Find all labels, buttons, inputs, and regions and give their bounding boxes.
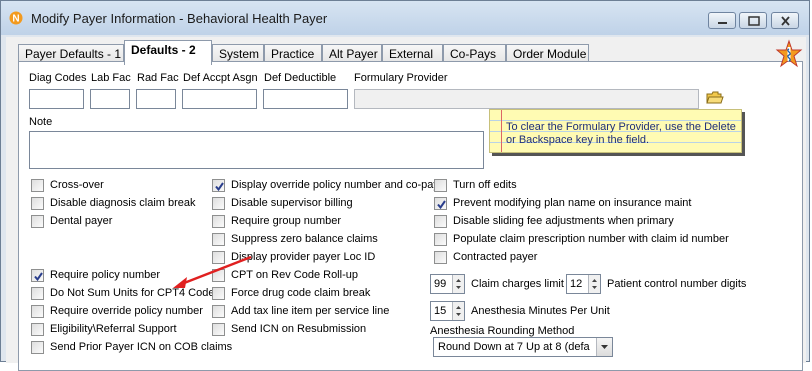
minimize-icon xyxy=(718,22,727,24)
checkbox-label: Eligibility\Referral Support xyxy=(50,323,177,335)
lab-fac-input[interactable] xyxy=(90,89,130,109)
patient-control-digits-label: Patient control number digits xyxy=(607,278,747,290)
spinner-arrows-icon[interactable] xyxy=(452,302,464,320)
checkbox-label: Require override policy number xyxy=(50,305,203,317)
chevron-down-icon[interactable] xyxy=(596,338,612,356)
checkbox-label: Disable sliding fee adjustments when pri… xyxy=(453,215,674,227)
checkbox-unchecked-icon[interactable] xyxy=(31,215,44,228)
checkbox-label: Require policy number xyxy=(50,269,161,281)
checkbox-label: Turn off edits xyxy=(453,179,517,191)
svg-text:N: N xyxy=(12,14,19,25)
checkbox-label: Suppress zero balance claims xyxy=(231,233,378,245)
note-label: Note xyxy=(29,116,53,128)
checkbox-unchecked-icon[interactable] xyxy=(31,197,44,210)
checkbox-label: Display provider payer Loc ID xyxy=(231,251,376,263)
checkbox-label: Disable diagnosis claim break xyxy=(50,197,196,209)
checkbox-unchecked-icon[interactable] xyxy=(212,287,225,300)
formulary-provider-input[interactable] xyxy=(354,89,699,109)
checkbox-label: Add tax line item per service line xyxy=(231,305,390,317)
dialog-content: Payer Defaults - 1 Defaults - 2 System P… xyxy=(6,37,806,371)
folder-open-icon xyxy=(706,91,724,104)
help-sticky-note: To clear the Formulary Provider, use the… xyxy=(489,109,742,153)
formulary-provider-label: Formulary Provider xyxy=(354,72,448,84)
checkbox-label: CPT on Rev Code Roll-up xyxy=(231,269,358,281)
checkbox-unchecked-icon[interactable] xyxy=(212,215,225,228)
anesthesia-rounding-select[interactable]: Round Down at 7 Up at 8 (defa xyxy=(433,337,613,357)
checkbox-unchecked-icon[interactable] xyxy=(212,233,225,246)
checkbox-unchecked-icon[interactable] xyxy=(31,179,44,192)
close-icon xyxy=(781,16,790,26)
anesthesia-minutes-label: Anesthesia Minutes Per Unit xyxy=(471,305,610,317)
modify-payer-window: N Modify Payer Information - Behavioral … xyxy=(0,0,810,371)
anesthesia-rounding-label: Anesthesia Rounding Method xyxy=(430,325,575,337)
def-accpt-asgn-label: Def Accpt Asgn xyxy=(183,72,258,84)
checkbox-label: Prevent modifying plan name on insurance… xyxy=(453,197,692,209)
browse-formulary-button[interactable] xyxy=(705,88,725,108)
spinner-arrows-icon[interactable] xyxy=(452,275,464,293)
checkbox-unchecked-icon[interactable] xyxy=(434,179,447,192)
claim-charges-limit-label: Claim charges limit xyxy=(471,278,564,290)
checkbox-label: Dental payer xyxy=(50,215,113,227)
title-bar: N Modify Payer Information - Behavioral … xyxy=(1,1,809,35)
maximize-button[interactable] xyxy=(739,12,767,29)
checkbox-unchecked-icon[interactable] xyxy=(434,251,447,264)
checkbox-label: Do Not Sum Units for CPT4 Code xyxy=(50,287,215,299)
checkbox-unchecked-icon[interactable] xyxy=(31,287,44,300)
defaults-2-panel: Diag Codes Lab Fac Rad Fac Def Accpt Asg… xyxy=(18,61,803,371)
claim-charges-limit-spinner[interactable]: 99 xyxy=(430,274,465,294)
checkbox-unchecked-icon[interactable] xyxy=(212,197,225,210)
checkbox-unchecked-icon[interactable] xyxy=(31,323,44,336)
lab-fac-label: Lab Fac xyxy=(91,72,131,84)
checkbox-label: Cross-over xyxy=(50,179,104,191)
checkbox-unchecked-icon[interactable] xyxy=(31,341,44,354)
checkbox-unchecked-icon[interactable] xyxy=(212,323,225,336)
checkbox-checked-icon[interactable] xyxy=(434,197,447,210)
checkbox-label: Require group number xyxy=(231,215,342,227)
spinner-arrows-icon[interactable] xyxy=(588,275,600,293)
rad-fac-input[interactable] xyxy=(136,89,176,109)
maximize-icon xyxy=(748,16,760,26)
checkbox-checked-icon[interactable] xyxy=(212,179,225,192)
checkbox-unchecked-icon[interactable] xyxy=(31,305,44,318)
checkbox-checked-icon[interactable] xyxy=(31,269,44,282)
help-note-text: To clear the Formulary Provider, use the… xyxy=(506,121,736,146)
tab-defaults-2[interactable]: Defaults - 2 xyxy=(124,40,212,65)
checkbox-unchecked-icon[interactable] xyxy=(434,215,447,228)
diag-codes-label: Diag Codes xyxy=(29,72,87,84)
checkbox-label: Send Prior Payer ICN on COB claims xyxy=(50,341,233,353)
checkbox-label: Disable supervisor billing xyxy=(231,197,353,209)
close-button[interactable] xyxy=(771,12,799,29)
checkbox-unchecked-icon[interactable] xyxy=(212,251,225,264)
patient-control-digits-spinner[interactable]: 12 xyxy=(566,274,601,294)
checkbox-unchecked-icon[interactable] xyxy=(212,305,225,318)
checkbox-unchecked-icon[interactable] xyxy=(434,233,447,246)
app-icon: N xyxy=(9,11,23,25)
medical-star-logo-icon xyxy=(775,39,803,68)
rad-fac-label: Rad Fac xyxy=(137,72,179,84)
window-title: Modify Payer Information - Behavioral He… xyxy=(31,11,328,26)
minimize-button[interactable] xyxy=(708,12,736,29)
def-accpt-asgn-input[interactable] xyxy=(182,89,257,109)
checkbox-label: Display override policy number and co-pa… xyxy=(231,179,439,191)
checkbox-unchecked-icon[interactable] xyxy=(212,269,225,282)
checkbox-label: Contracted payer xyxy=(453,251,538,263)
diag-codes-input[interactable] xyxy=(29,89,84,109)
checkbox-label: Send ICN on Resubmission xyxy=(231,323,367,335)
def-deductible-input[interactable] xyxy=(263,89,348,109)
checkbox-label: Force drug code claim break xyxy=(231,287,371,299)
anesthesia-minutes-spinner[interactable]: 15 xyxy=(430,301,465,321)
checkbox-label: Populate claim prescription number with … xyxy=(453,233,729,245)
note-textarea[interactable] xyxy=(29,131,484,169)
def-deductible-label: Def Deductible xyxy=(264,72,337,84)
